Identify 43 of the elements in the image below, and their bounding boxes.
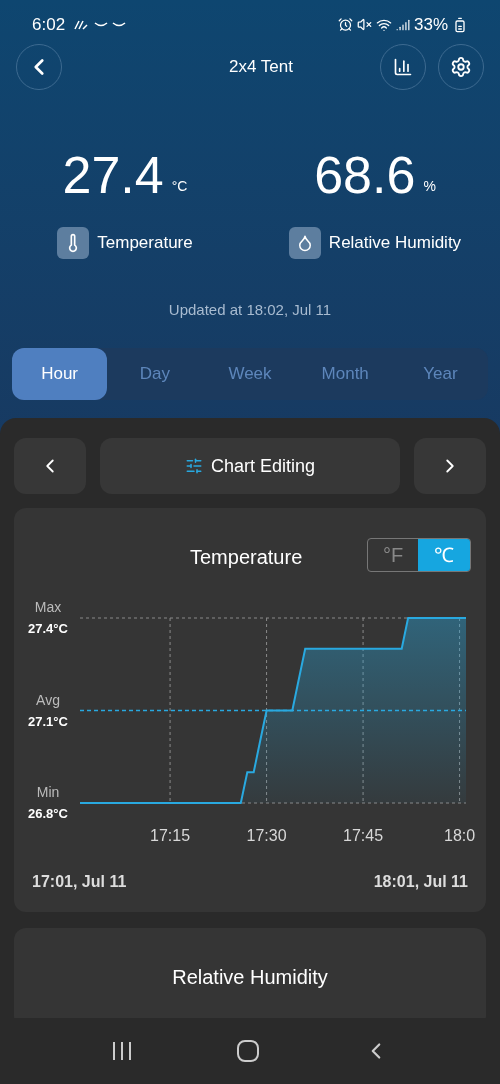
y-axis-value: 26.8°C	[28, 806, 68, 821]
recent-apps-icon[interactable]	[111, 1041, 134, 1061]
settings-icon	[450, 56, 472, 78]
bar-chart-icon	[393, 57, 413, 77]
card-title: Relative Humidity	[172, 965, 328, 990]
reading-unit: °C	[171, 177, 188, 196]
x-tick-label: 18:0	[444, 827, 476, 844]
reading-label: Temperature	[97, 232, 193, 255]
status-time: 6:02	[32, 13, 66, 36]
page-title: 2x4 Tent	[229, 56, 293, 79]
period-tab[interactable]: Hour	[12, 347, 108, 400]
period-tab[interactable]: Month	[297, 347, 393, 400]
reading-label: Relative Humidity	[328, 232, 462, 255]
battery-icon	[452, 16, 468, 33]
y-axis-caption: Min	[36, 784, 60, 800]
x-tick-label: 17:30	[246, 827, 287, 844]
home-icon[interactable]	[236, 1039, 260, 1063]
y-axis-caption: Avg	[36, 691, 60, 708]
card-title: Temperature	[190, 545, 303, 570]
alarm-icon	[337, 17, 353, 32]
droplet-icon	[288, 227, 321, 259]
period-tab[interactable]: Day	[107, 347, 203, 400]
reading-value: 27.4	[62, 149, 164, 201]
battery-level: 33%	[413, 13, 448, 36]
x-tick-label: 17:45	[343, 827, 384, 844]
reading-unit: %	[423, 177, 436, 196]
unit-option[interactable]: °F	[368, 539, 418, 571]
mute-icon	[356, 17, 372, 32]
range-end: 18:01, Jul 11	[373, 872, 468, 892]
chart-editing-button[interactable]: Chart Editing	[100, 438, 400, 494]
signal-icon	[395, 17, 410, 32]
updated-time: Updated at 18:02, Jul 11	[168, 300, 332, 320]
period-tab[interactable]: Week	[202, 347, 298, 400]
thermometer-icon	[57, 227, 90, 259]
range-start: 17:01, Jul 11	[32, 872, 127, 892]
reading-value: 68.6	[314, 149, 416, 201]
y-axis-value: 27.4°C	[28, 621, 68, 636]
y-axis-value: 27.1°C	[28, 713, 68, 729]
period-tab[interactable]: Year	[392, 347, 488, 400]
y-axis-caption: Max	[34, 599, 62, 615]
unit-option[interactable]: ℃	[418, 539, 470, 571]
sliders-icon	[184, 457, 203, 475]
x-tick-label: 17:15	[150, 827, 191, 844]
